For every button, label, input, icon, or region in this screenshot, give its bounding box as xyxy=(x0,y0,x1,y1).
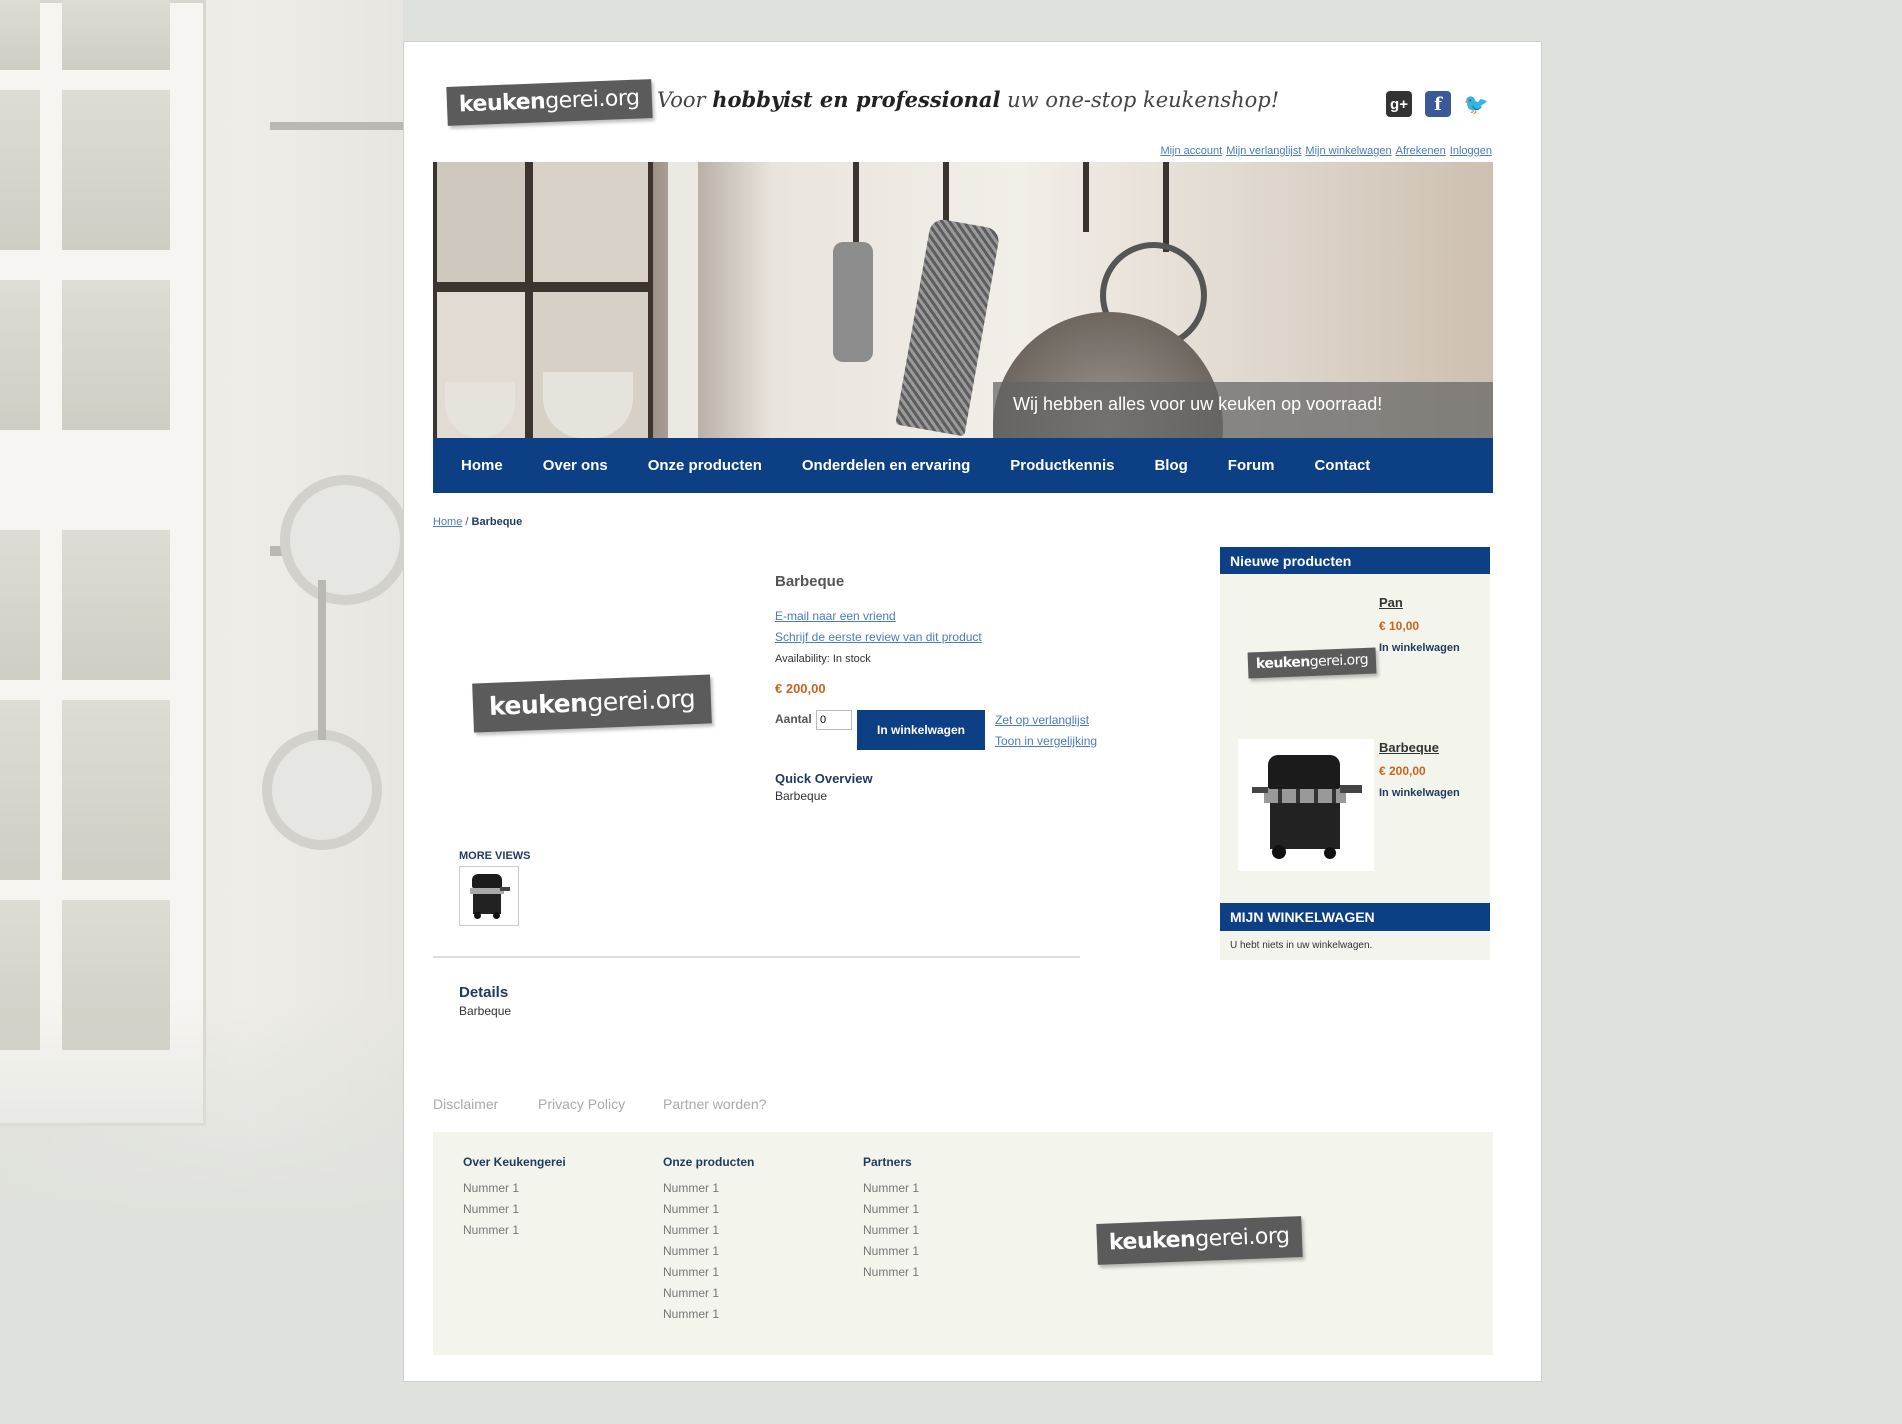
background-kitchen-image xyxy=(0,0,403,1217)
details-title: Details xyxy=(459,984,509,1001)
breadcrumb-current: Barbeque xyxy=(471,516,523,528)
footer-link[interactable]: Nummer 1 xyxy=(663,1202,719,1216)
footer-link[interactable]: Nummer 1 xyxy=(663,1181,719,1195)
breadcrumb: Home / Barbeque xyxy=(433,516,523,528)
footer-link[interactable]: Nummer 1 xyxy=(863,1181,919,1195)
my-cart-header: MIJN WINKELWAGEN xyxy=(1220,903,1490,931)
content-divider xyxy=(433,956,1080,958)
my-account-link[interactable]: Mijn account xyxy=(1160,145,1222,157)
my-wishlist-link[interactable]: Mijn verlanglijst xyxy=(1226,145,1301,157)
quick-overview-text: Barbeque xyxy=(775,789,828,803)
quantity-input[interactable] xyxy=(816,710,852,730)
footer-column-title: Partners xyxy=(863,1155,912,1169)
site-footer xyxy=(433,1132,1493,1355)
new-product-pan-image[interactable]: keukengerei.org xyxy=(1247,647,1377,679)
footer-partner-link[interactable]: Partner worden? xyxy=(663,1096,767,1112)
new-product-pan-link[interactable]: Pan xyxy=(1379,595,1403,610)
nav-productkennis[interactable]: Productkennis xyxy=(1010,457,1114,474)
facebook-icon[interactable]: f xyxy=(1425,91,1451,117)
more-views-label: MORE VIEWS xyxy=(459,850,531,862)
header-tagline: Voor hobbyist en professional uw one-sto… xyxy=(657,87,1280,112)
main-navigation: Home Over ons Onze producten Onderdelen … xyxy=(433,438,1493,493)
new-product-pan-add-link[interactable]: In winkelwagen xyxy=(1379,642,1460,654)
footer-logo[interactable]: keukengerei.org xyxy=(1096,1216,1303,1265)
barbecue-thumbnail-image xyxy=(466,872,512,920)
footer-privacy-policy-link[interactable]: Privacy Policy xyxy=(538,1096,625,1112)
details-text: Barbeque xyxy=(459,1004,512,1018)
footer-link[interactable]: Nummer 1 xyxy=(663,1244,719,1258)
breadcrumb-home-link[interactable]: Home xyxy=(433,516,462,528)
footer-link[interactable]: Nummer 1 xyxy=(863,1244,919,1258)
add-to-cart-button[interactable]: In winkelwagen xyxy=(857,710,985,750)
new-products-header: Nieuwe producten xyxy=(1220,547,1490,575)
footer-link[interactable]: Nummer 1 xyxy=(463,1202,519,1216)
more-views-thumbnail[interactable] xyxy=(459,866,519,926)
footer-disclaimer-link[interactable]: Disclaimer xyxy=(433,1096,498,1112)
product-image-placeholder[interactable]: keukengerei.org xyxy=(472,674,713,733)
nav-onderdelen-en-ervaring[interactable]: Onderdelen en ervaring xyxy=(802,457,970,474)
nav-over-ons[interactable]: Over ons xyxy=(543,457,608,474)
write-review-link[interactable]: Schrijf de eerste review van dit product xyxy=(775,630,982,644)
nav-contact[interactable]: Contact xyxy=(1314,457,1370,474)
banner-caption: Wij hebben alles voor uw keuken op voorr… xyxy=(993,382,1493,438)
footer-link[interactable]: Nummer 1 xyxy=(863,1265,919,1279)
nav-forum[interactable]: Forum xyxy=(1228,457,1275,474)
account-links: Mijn account Mijn verlanglijst Mijn winkel… xyxy=(1156,145,1492,157)
checkout-link[interactable]: Afrekenen xyxy=(1396,145,1446,157)
footer-link[interactable]: Nummer 1 xyxy=(863,1202,919,1216)
footer-link[interactable]: Nummer 1 xyxy=(663,1286,719,1300)
product-price: € 200,00 xyxy=(775,681,826,696)
product-title: Barbeque xyxy=(775,573,845,590)
footer-link[interactable]: Nummer 1 xyxy=(463,1181,519,1195)
page-container: keukengerei.org Voor hobbyist en profess… xyxy=(403,41,1542,1382)
nav-home[interactable]: Home xyxy=(461,457,503,474)
twitter-icon[interactable]: 🐦 xyxy=(1463,91,1489,117)
footer-link[interactable]: Nummer 1 xyxy=(663,1265,719,1279)
footer-link[interactable]: Nummer 1 xyxy=(663,1223,719,1237)
new-product-barbeque-link[interactable]: Barbeque xyxy=(1379,740,1439,755)
quantity-label: Aantal xyxy=(775,712,812,726)
add-to-wishlist-link[interactable]: Zet op verlanglijst xyxy=(995,713,1089,727)
add-to-compare-link[interactable]: Toon in vergelijking xyxy=(995,734,1097,748)
footer-column-title: Over Keukengerei xyxy=(463,1155,566,1169)
email-friend-link[interactable]: E-mail naar een vriend xyxy=(775,609,896,623)
my-cart-link[interactable]: Mijn winkelwagen xyxy=(1305,145,1391,157)
new-product-pan-price: € 10,00 xyxy=(1379,619,1420,633)
quick-overview-title: Quick Overview xyxy=(775,771,873,786)
new-product-barbeque-add-link[interactable]: In winkelwagen xyxy=(1379,787,1460,799)
footer-link[interactable]: Nummer 1 xyxy=(663,1307,719,1321)
google-plus-icon[interactable]: g+ xyxy=(1386,91,1412,117)
hero-banner: Wij hebben alles voor uw keuken op voorr… xyxy=(433,162,1493,438)
login-link[interactable]: Inloggen xyxy=(1450,145,1492,157)
new-product-barbeque-price: € 200,00 xyxy=(1379,764,1426,778)
header-logo[interactable]: keukengerei.org xyxy=(446,79,653,126)
nav-onze-producten[interactable]: Onze producten xyxy=(648,457,762,474)
my-cart-empty-message: U hebt niets in uw winkelwagen. xyxy=(1220,931,1490,960)
footer-link[interactable]: Nummer 1 xyxy=(463,1223,519,1237)
footer-column-title: Onze producten xyxy=(663,1155,755,1169)
availability-status: Availability: In stock xyxy=(775,653,871,665)
new-product-barbeque-image[interactable] xyxy=(1238,739,1374,871)
nav-blog[interactable]: Blog xyxy=(1154,457,1187,474)
footer-link[interactable]: Nummer 1 xyxy=(863,1223,919,1237)
